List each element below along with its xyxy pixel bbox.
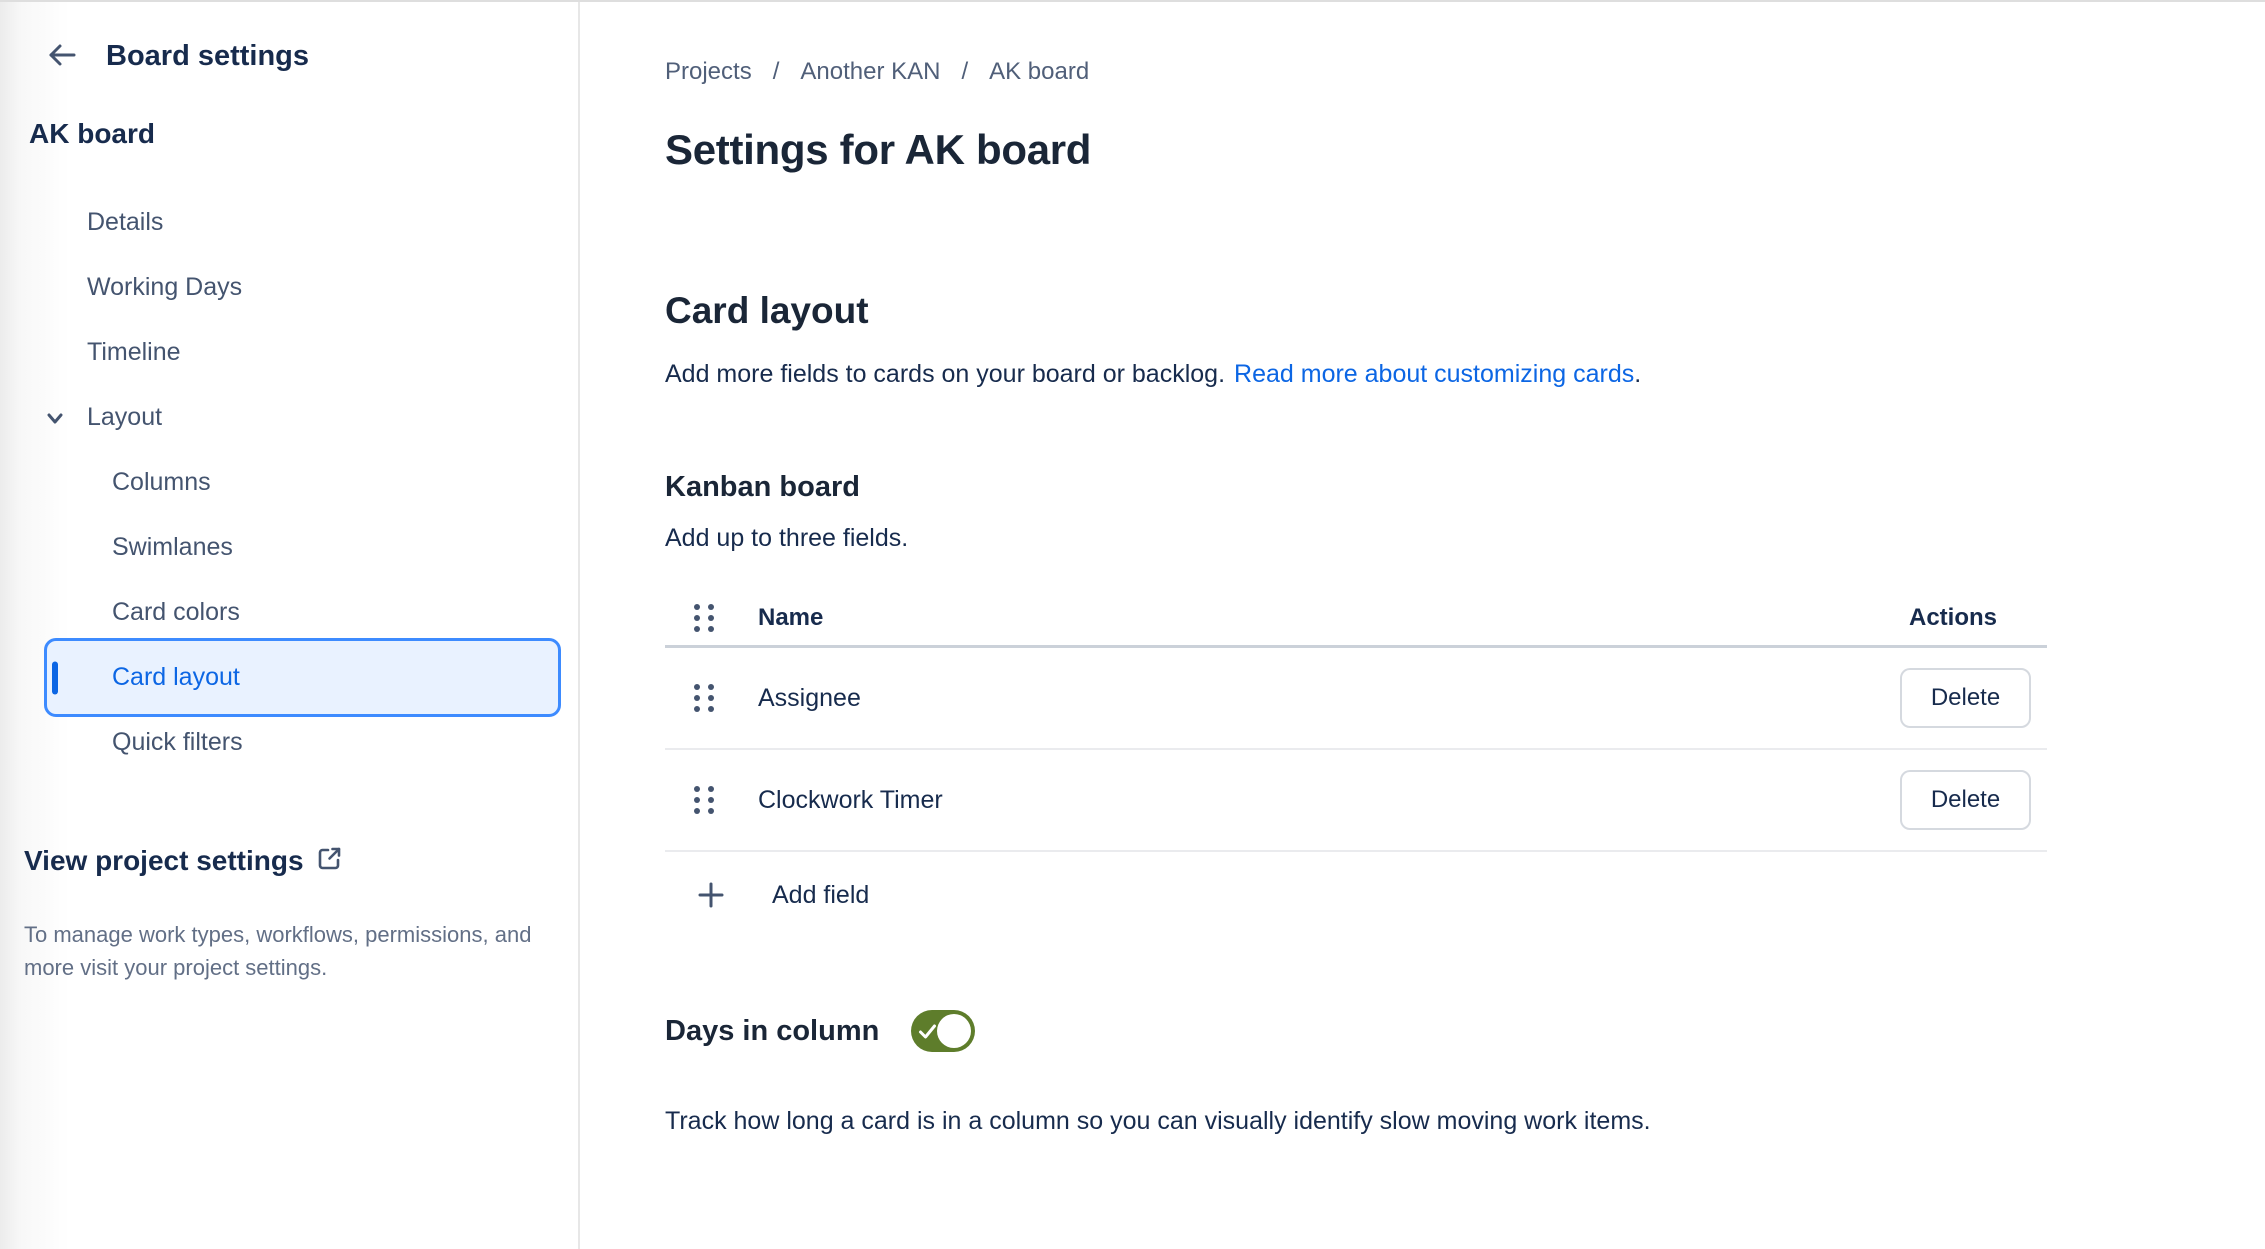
selected-item-indicator bbox=[52, 661, 58, 694]
card-layout-description: Add more fields to cards on your board o… bbox=[665, 360, 1641, 389]
external-link-icon bbox=[316, 845, 343, 877]
field-name: Assignee bbox=[758, 684, 861, 713]
card-layout-heading: Card layout bbox=[665, 290, 869, 332]
breadcrumb-separator: / bbox=[773, 58, 780, 86]
settings-nav: Details Working Days Timeline Layout Col… bbox=[0, 190, 578, 775]
delete-field-button[interactable]: Delete bbox=[1900, 770, 2031, 830]
sidebar-header: Board settings bbox=[44, 38, 309, 74]
delete-field-button[interactable]: Delete bbox=[1900, 668, 2031, 728]
kanban-board-hint: Add up to three fields. bbox=[665, 524, 908, 553]
checkmark-icon bbox=[918, 1022, 937, 1044]
drag-handle-icon bbox=[694, 604, 714, 632]
chevron-down-icon bbox=[42, 405, 68, 431]
table-header-row: Name Actions bbox=[665, 590, 2047, 648]
page-title: Settings for AK board bbox=[665, 126, 1091, 174]
days-in-column-heading: Days in column bbox=[665, 1015, 879, 1048]
board-settings-page: Board settings AK board Details Working … bbox=[0, 0, 2265, 1249]
table-row-assignee: Assignee Delete bbox=[665, 648, 2047, 750]
table-row-clockwork-timer: Clockwork Timer Delete bbox=[665, 750, 2047, 852]
breadcrumb-projects[interactable]: Projects bbox=[665, 58, 752, 86]
breadcrumb-ak-board[interactable]: AK board bbox=[989, 58, 1089, 86]
nav-item-card-colors[interactable]: Card colors bbox=[0, 580, 578, 645]
board-name: AK board bbox=[29, 118, 155, 150]
column-header-actions: Actions bbox=[1909, 604, 1997, 632]
breadcrumb: Projects / Another KAN / AK board bbox=[665, 58, 1089, 86]
drag-handle-icon[interactable] bbox=[694, 684, 714, 712]
breadcrumb-another-kan[interactable]: Another KAN bbox=[800, 58, 940, 86]
drag-handle-icon[interactable] bbox=[694, 786, 714, 814]
nav-item-details[interactable]: Details bbox=[0, 190, 578, 255]
nav-item-working-days[interactable]: Working Days bbox=[0, 255, 578, 320]
project-settings-description: To manage work types, workflows, permiss… bbox=[24, 918, 544, 984]
toggle-knob bbox=[937, 1014, 971, 1048]
main-content: Projects / Another KAN / AK board Settin… bbox=[582, 2, 2265, 1249]
plus-icon bbox=[696, 880, 726, 910]
card-fields-table: Name Actions Assignee Delete Clockwork T… bbox=[665, 590, 2047, 926]
nav-item-columns[interactable]: Columns bbox=[0, 450, 578, 515]
days-in-column-description: Track how long a card is in a column so … bbox=[665, 1107, 1651, 1136]
days-in-column-row: Days in column bbox=[665, 1010, 975, 1052]
nav-item-quick-filters[interactable]: Quick filters bbox=[0, 710, 578, 775]
days-in-column-toggle[interactable] bbox=[911, 1010, 975, 1052]
nav-item-swimlanes[interactable]: Swimlanes bbox=[0, 515, 578, 580]
arrow-left-icon bbox=[45, 38, 79, 75]
read-more-link[interactable]: Read more about customizing cards bbox=[1234, 360, 1634, 388]
nav-item-timeline[interactable]: Timeline bbox=[0, 320, 578, 385]
view-project-settings-link[interactable]: View project settings bbox=[24, 845, 343, 877]
field-name: Clockwork Timer bbox=[758, 786, 943, 815]
nav-item-card-layout[interactable]: Card layout bbox=[0, 645, 578, 710]
kanban-board-heading: Kanban board bbox=[665, 471, 860, 504]
back-button[interactable] bbox=[44, 38, 80, 74]
breadcrumb-separator: / bbox=[961, 58, 968, 86]
column-header-name: Name bbox=[758, 604, 823, 632]
add-field-button[interactable]: Add field bbox=[665, 864, 869, 926]
settings-sidebar: Board settings AK board Details Working … bbox=[0, 2, 580, 1249]
nav-item-layout[interactable]: Layout bbox=[0, 385, 578, 450]
sidebar-title: Board settings bbox=[106, 40, 309, 73]
